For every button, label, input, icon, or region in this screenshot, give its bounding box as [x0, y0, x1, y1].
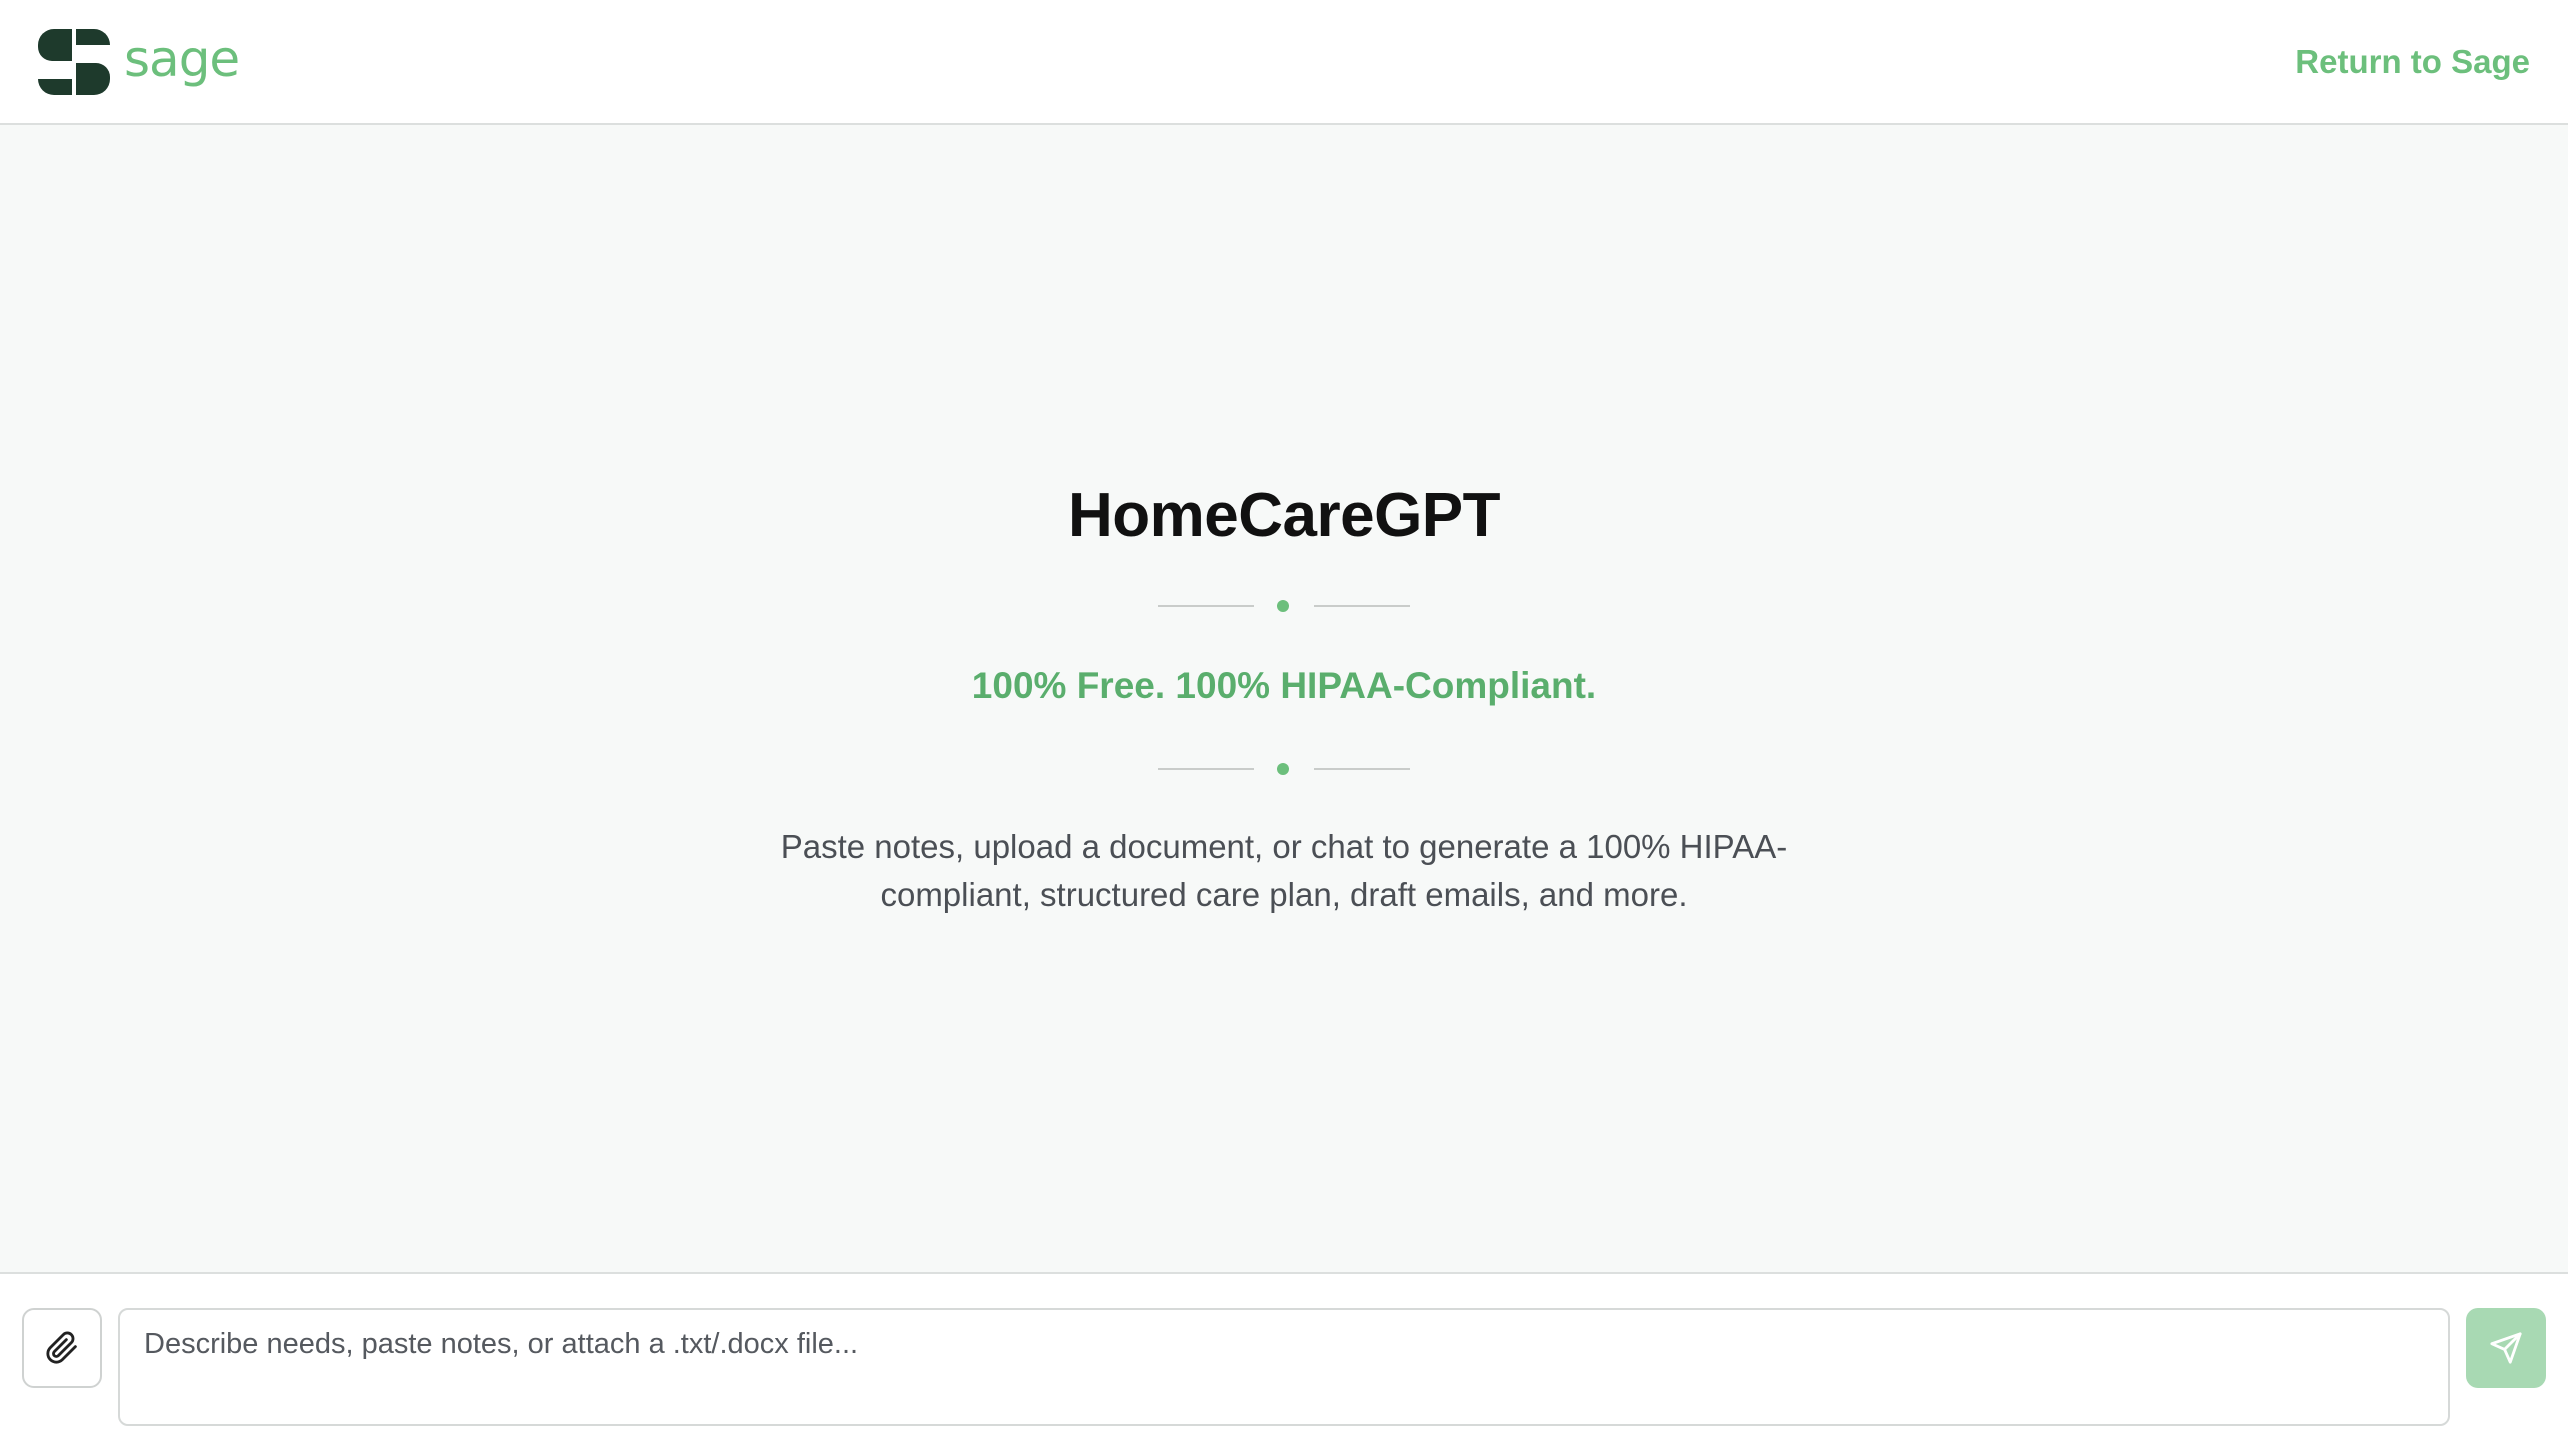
send-button[interactable]	[2466, 1308, 2546, 1388]
divider-top	[1158, 596, 1410, 616]
attach-file-button[interactable]	[22, 1308, 102, 1388]
paperclip-icon	[46, 1331, 77, 1364]
return-to-sage-link[interactable]: Return to Sage	[2295, 43, 2530, 81]
divider-bottom	[1158, 759, 1410, 779]
top-header: sage Return to Sage	[0, 0, 2568, 125]
page-title: HomeCareGPT	[1067, 481, 1501, 550]
description: Paste notes, upload a document, or chat …	[780, 828, 1788, 913]
brand-name: sage	[124, 29, 240, 88]
brand-logo[interactable]: sage	[38, 28, 240, 95]
tagline: 100% Free. 100% HIPAA-Compliant.	[971, 665, 1597, 706]
message-composer	[0, 1272, 2568, 1446]
main-content: HomeCareGPT 100% Free. 100% HIPAA-Compli…	[0, 125, 2568, 1272]
sage-logo-icon	[38, 28, 110, 95]
send-icon	[2490, 1332, 2522, 1364]
message-input[interactable]	[118, 1308, 2450, 1426]
